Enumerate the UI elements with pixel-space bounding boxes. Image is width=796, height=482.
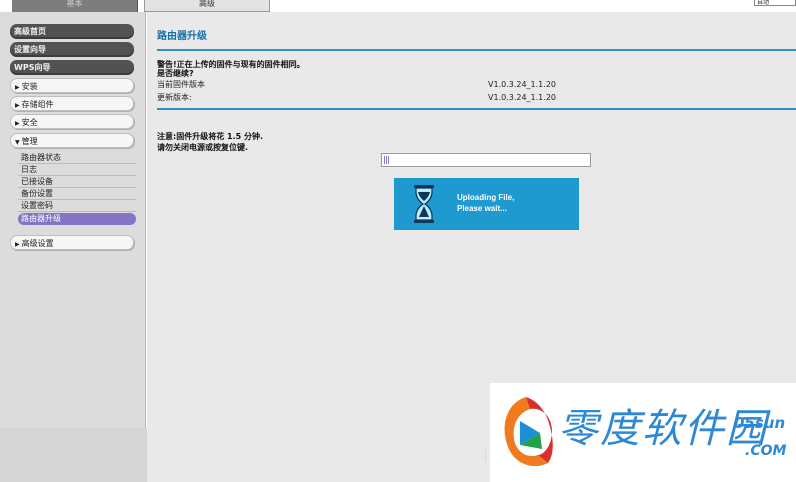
site-watermark: 零度软件园 05sun .COM xyxy=(490,383,796,482)
top-tab-bar: 基本 高级 自动 xyxy=(0,0,796,12)
watermark-url-bottom: .COM xyxy=(745,443,787,459)
sidebar-section-label: 存储组件 xyxy=(21,100,54,109)
sidebar-section-label: 高级设置 xyxy=(21,239,54,248)
play-logo-icon xyxy=(504,397,553,467)
current-version-row: 当前固件版本 V1.0.3.24_1.1.20 xyxy=(157,79,796,91)
sidebar-item-router-status[interactable]: 路由器状态 xyxy=(18,152,136,164)
current-version-label: 当前固件版本 xyxy=(157,80,205,89)
note-line: 注意:固件升级将花 1.5 分钟. xyxy=(157,132,263,141)
sidebar-setup-wizard-button[interactable]: 设置向导 xyxy=(10,42,134,57)
upload-progress-fill xyxy=(384,156,390,164)
upload-status-line: Please wait... xyxy=(457,204,507,213)
tab-advanced[interactable]: 高级 xyxy=(144,0,270,12)
page-title: 路由器升级 xyxy=(157,31,207,42)
sidebar-section-label: 安全 xyxy=(21,118,38,127)
current-version-value: V1.0.3.24_1.1.20 xyxy=(488,80,556,89)
caret-right-icon: ▶ xyxy=(15,84,20,91)
watermark-url-top: 05sun xyxy=(734,414,786,432)
version-divider xyxy=(157,108,796,110)
sidebar-section-label: 管理 xyxy=(21,137,38,146)
caret-right-icon: ▶ xyxy=(15,241,20,248)
firmware-warning: 警告!正在上传的固件与现有的固件相同。 是否继续? xyxy=(157,60,305,78)
main-panel: 路由器升级 警告!正在上传的固件与现有的固件相同。 是否继续? 当前固件版本 V… xyxy=(147,12,796,383)
sidebar-section-setup[interactable]: ▶ 安装 xyxy=(10,78,134,93)
new-version-label: 更新版本: xyxy=(157,93,192,102)
uploading-dialog: Uploading File, Please wait... xyxy=(394,178,579,230)
sidebar-item-logs[interactable]: 日志 xyxy=(18,164,136,176)
sidebar-item-attached-devices[interactable]: 已接设备 xyxy=(18,176,136,188)
sidebar-section-admin[interactable]: ▼ 管理 xyxy=(10,133,134,148)
sidebar: 高级首页 设置向导 WPS向导 ▶ 安装 ▶ 存储组件 ▶ 安全 ▼ 管理 路由器状态 … xyxy=(0,12,146,428)
warning-line: 警告!正在上传的固件与现有的固件相同。 xyxy=(157,60,305,69)
new-version-value: V1.0.3.24_1.1.20 xyxy=(488,93,556,102)
sidebar-wps-wizard-button[interactable]: WPS向导 xyxy=(10,60,134,75)
caret-right-icon: ▶ xyxy=(15,120,20,127)
tab-basic[interactable]: 基本 xyxy=(12,0,138,12)
divider-marks: ⋮ ⋮ ⋮ xyxy=(483,447,488,463)
language-select[interactable]: 自动 xyxy=(754,0,796,6)
caret-down-icon: ▼ xyxy=(15,139,20,146)
upload-status-line: Uploading File, xyxy=(457,193,515,202)
sidebar-section-advanced-settings[interactable]: ▶ 高级设置 xyxy=(10,235,134,250)
content-background xyxy=(147,383,490,482)
sidebar-item-backup-settings[interactable]: 备份设置 xyxy=(18,188,136,200)
upload-status-text: Uploading File, Please wait... xyxy=(457,192,514,214)
sidebar-section-storage[interactable]: ▶ 存储组件 xyxy=(10,96,134,111)
sidebar-item-router-upgrade[interactable]: 路由器升级 xyxy=(18,213,136,225)
warning-question: 是否继续? xyxy=(157,69,194,78)
new-version-row: 更新版本: V1.0.3.24_1.1.20 xyxy=(157,92,796,104)
note-line: 请勿关闭电源或按复位键. xyxy=(157,143,249,152)
upgrade-note: 注意:固件升级将花 1.5 分钟. 请勿关闭电源或按复位键. xyxy=(157,131,263,153)
sidebar-footer xyxy=(0,428,147,482)
sidebar-advanced-home-button[interactable]: 高级首页 xyxy=(10,24,134,39)
caret-right-icon: ▶ xyxy=(15,102,20,109)
sidebar-section-security[interactable]: ▶ 安全 xyxy=(10,114,134,129)
sidebar-item-set-password[interactable]: 设置密码 xyxy=(18,200,136,212)
title-divider xyxy=(157,49,796,51)
upload-progress-bar xyxy=(381,153,591,167)
sidebar-section-label: 安装 xyxy=(21,82,38,91)
hourglass-icon xyxy=(414,185,434,223)
